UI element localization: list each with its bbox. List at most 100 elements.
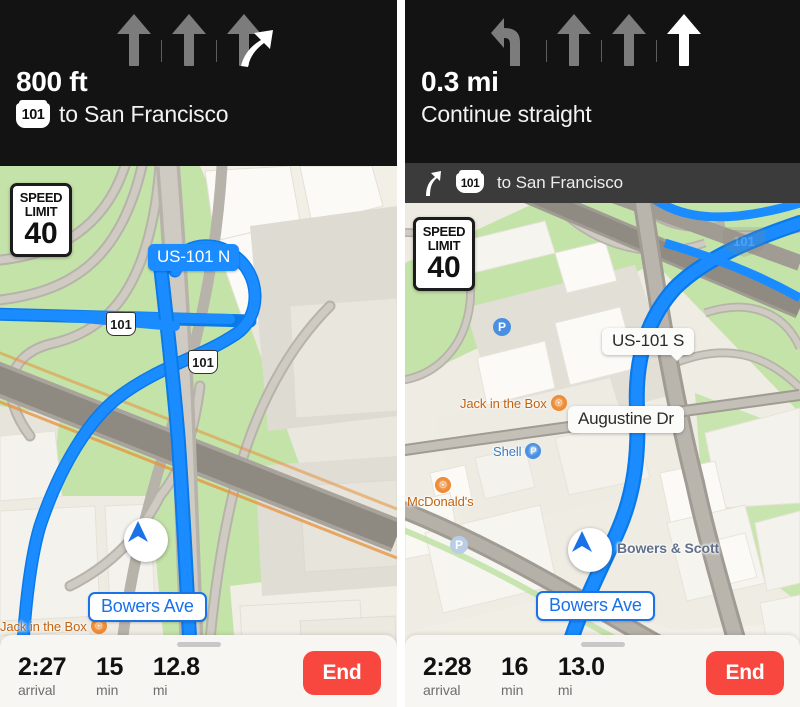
eta-arrival: 2:28 arrival: [423, 654, 471, 698]
user-location-puck: [568, 528, 612, 572]
left-instruction-block: 800 ft 101 to San Francisco: [0, 66, 397, 142]
street-label-bowers-ave[interactable]: Bowers Ave: [88, 592, 207, 622]
street-label-bowers-ave[interactable]: Bowers Ave: [536, 591, 655, 621]
parking-marker-icon[interactable]: P: [450, 536, 468, 554]
speed-limit-value: 40: [427, 253, 460, 283]
highway-shield-101-a: 101: [106, 312, 136, 336]
duration-label: min: [96, 682, 123, 698]
right-eta-row: 2:28 arrival 16 min 13.0 mi: [423, 654, 635, 698]
restaurant-icon: ☉: [435, 477, 451, 493]
duration-value: 16: [501, 654, 528, 680]
poi-label: Jack in the Box: [0, 619, 87, 634]
route-shield-101: 101: [16, 103, 50, 128]
sheet-grabber-handle[interactable]: [581, 642, 625, 647]
distance-label: mi: [558, 682, 605, 698]
arrival-label: arrival: [18, 682, 66, 698]
lane-straight-arrow-icon: [172, 14, 206, 66]
speed-limit-label-line2: LIMIT: [428, 239, 460, 252]
poi-label: Bowers & Scott: [617, 540, 719, 556]
lane-divider: [601, 40, 602, 62]
arrival-value: 2:28: [423, 654, 471, 680]
poi-bowers-and-scott[interactable]: Bowers & Scott: [617, 540, 719, 556]
route-shield-number: 101: [22, 107, 45, 123]
right-navigation-panel: 101 SPEED LIMIT 40 US-101 S Augustine Dr…: [405, 0, 800, 707]
speed-limit-value: 40: [24, 219, 57, 249]
left-destination-text: to San Francisco: [59, 102, 228, 128]
lane-straight-arrow-icon: [667, 14, 701, 66]
right-map[interactable]: 101 SPEED LIMIT 40 US-101 S Augustine Dr…: [405, 203, 800, 707]
end-navigation-button[interactable]: End: [303, 651, 381, 695]
eta-distance: 12.8 mi: [153, 654, 200, 698]
duration-label: min: [501, 682, 528, 698]
eta-distance: 13.0 mi: [558, 654, 605, 698]
distance-value: 12.8: [153, 654, 200, 680]
speed-limit-sign: SPEED LIMIT 40: [413, 217, 475, 291]
arrival-label: arrival: [423, 682, 471, 698]
sheet-grabber-handle[interactable]: [177, 642, 221, 647]
restaurant-icon: ☉: [551, 395, 567, 411]
lane-divider: [546, 40, 547, 62]
right-secondary-banner: 101 to San Francisco: [405, 163, 800, 203]
cross-street-label-augustine-dr[interactable]: Augustine Dr: [568, 406, 684, 433]
arrival-value: 2:27: [18, 654, 66, 680]
eta-duration: 15 min: [96, 654, 123, 698]
left-map[interactable]: SPEED LIMIT 40 US-101 N 101 101 Bowers A…: [0, 166, 397, 707]
right-bottom-bar[interactable]: 2:28 arrival 16 min 13.0 mi End: [405, 635, 800, 707]
highway-shield-101-b: 101: [188, 350, 218, 374]
duration-value: 15: [96, 654, 123, 680]
end-navigation-button[interactable]: End: [706, 651, 784, 695]
lane-left-turn-arrow-icon: [490, 14, 536, 66]
lane-divider: [161, 40, 162, 62]
gas-station-icon: P: [525, 443, 541, 459]
lane-3-active: [227, 14, 261, 66]
lane-2: [172, 14, 206, 66]
lane-straight-arrow-icon: [117, 14, 151, 66]
right-sub-destination-text: to San Francisco: [497, 173, 623, 193]
left-bottom-bar[interactable]: 2:27 arrival 15 min 12.8 mi End: [0, 635, 397, 707]
right-lane-guidance: [405, 0, 800, 66]
speed-limit-sign: SPEED LIMIT 40: [10, 183, 72, 257]
route-road-badge[interactable]: US-101 N: [148, 244, 239, 271]
right-instruction-block: 0.3 mi Continue straight: [405, 66, 800, 142]
left-navigation-panel: SPEED LIMIT 40 US-101 N 101 101 Bowers A…: [0, 0, 397, 707]
lane-divider: [216, 40, 217, 62]
panel-divider: [397, 0, 405, 707]
navigation-screenshot: SPEED LIMIT 40 US-101 N 101 101 Bowers A…: [0, 0, 800, 707]
lane-1: [117, 14, 151, 66]
left-eta-row: 2:27 arrival 15 min 12.8 mi: [18, 654, 230, 698]
slight-right-arrow-icon: [423, 169, 443, 197]
route-road-badge[interactable]: US-101 S: [602, 328, 694, 355]
right-instruction-row: Continue straight: [421, 102, 800, 128]
left-destination-row: 101 to San Francisco: [16, 102, 397, 128]
speed-limit-label-line2: LIMIT: [25, 205, 57, 218]
eta-arrival: 2:27 arrival: [18, 654, 66, 698]
right-instruction-text: Continue straight: [421, 102, 591, 128]
left-lane-guidance: [0, 0, 397, 66]
poi-mcdonalds[interactable]: ☉ McDonald's: [407, 477, 474, 509]
right-nav-header: 0.3 mi Continue straight: [405, 0, 800, 163]
user-location-puck: [124, 518, 168, 562]
speed-limit-label-line1: SPEED: [20, 191, 63, 204]
lane-straight-arrow-icon: [612, 14, 646, 66]
parking-marker-icon[interactable]: P: [493, 318, 511, 336]
lane-straight-arrow-icon: [557, 14, 591, 66]
distance-value: 13.0: [558, 654, 605, 680]
route-shield-number: 101: [461, 176, 480, 190]
poi-shell[interactable]: Shell P: [493, 443, 541, 459]
left-distance-text: 800 ft: [16, 66, 397, 97]
svg-text:101: 101: [733, 234, 755, 249]
distance-label: mi: [153, 682, 200, 698]
lane-divider: [656, 40, 657, 62]
poi-label: Shell: [493, 444, 521, 459]
poi-jack-in-the-box[interactable]: Jack in the Box ☉: [460, 395, 567, 411]
right-distance-text: 0.3 mi: [421, 66, 800, 97]
left-nav-header: 800 ft 101 to San Francisco: [0, 0, 397, 166]
lane-2: [557, 14, 591, 66]
eta-duration: 16 min: [501, 654, 528, 698]
lane-4-active: [667, 14, 701, 66]
poi-label: McDonald's: [407, 494, 474, 509]
lane-3: [612, 14, 646, 66]
poi-label: Jack in the Box: [460, 396, 547, 411]
speed-limit-label-line1: SPEED: [423, 225, 466, 238]
lane-1: [490, 14, 536, 66]
